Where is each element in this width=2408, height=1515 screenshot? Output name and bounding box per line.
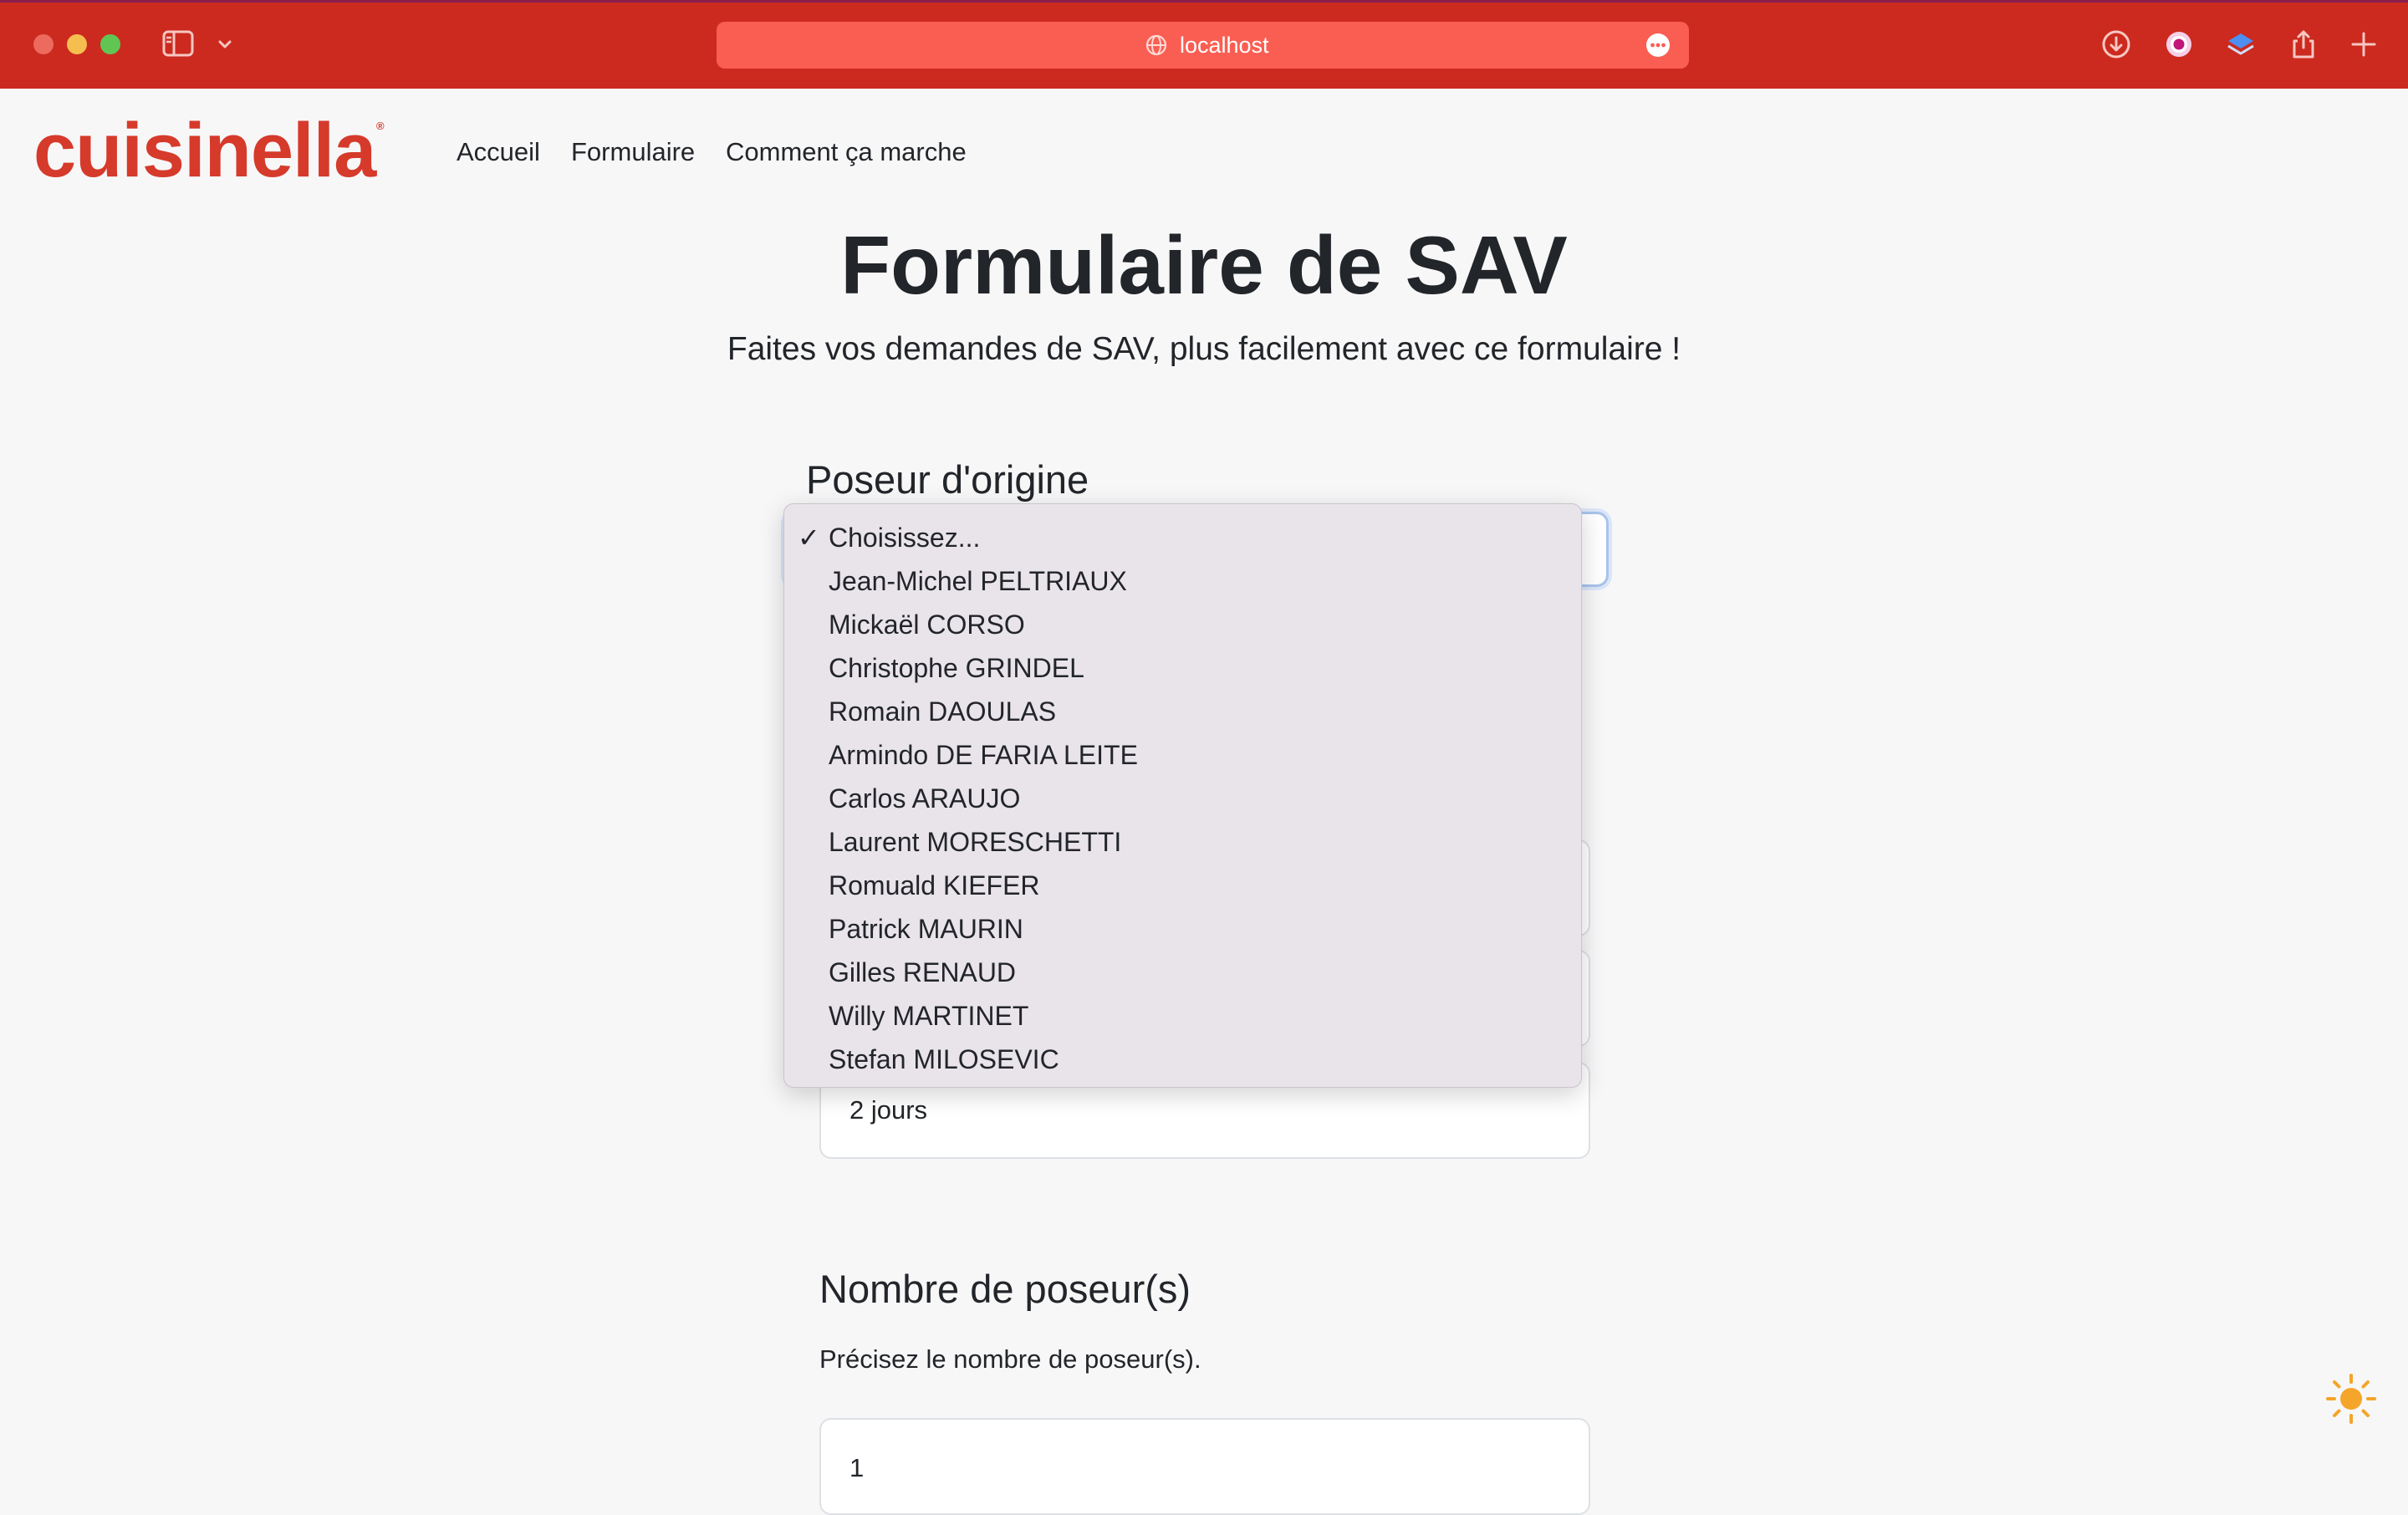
dropdown-option[interactable]: Romuald KIEFER (784, 864, 1581, 907)
url-text: localhost (1180, 33, 1269, 58)
logo-text: cuisinella (33, 108, 376, 193)
poseur-origine-label: Poseur d'origine (806, 457, 1089, 502)
dropdown-option[interactable]: Laurent MORESCHETTI (784, 820, 1581, 864)
sun-icon[interactable] (2325, 1373, 2377, 1425)
dropdown-option[interactable]: Willy MARTINET (784, 994, 1581, 1038)
dropdown-option[interactable]: Carlos ARAUJO (784, 777, 1581, 820)
toolbar-top-edge (0, 0, 2408, 3)
layers-extension-icon[interactable] (2225, 28, 2257, 60)
dropdown-option[interactable]: Mickaël CORSO (784, 603, 1581, 646)
checkmark-icon: ✓ (798, 523, 820, 553)
nombre-poseurs-input[interactable]: 1 (819, 1418, 1590, 1515)
page-subtitle: Faites vos demandes de SAV, plus facilem… (727, 331, 1681, 367)
more-options-icon[interactable] (1645, 33, 1671, 58)
zoom-window-button[interactable] (100, 34, 120, 54)
option-label: Romuald KIEFER (829, 870, 1040, 900)
page-title: Formulaire de SAV (840, 219, 1568, 311)
option-label: Willy MARTINET (829, 1001, 1029, 1031)
nombre-poseurs-helper: Précisez le nombre de poseur(s). (819, 1344, 1201, 1374)
nombre-poseurs-label: Nombre de poseur(s) (819, 1267, 1191, 1311)
close-window-button[interactable] (33, 34, 54, 54)
nav-link-comment-ca-marche[interactable]: Comment ça marche (726, 134, 967, 171)
minimize-window-button[interactable] (67, 34, 87, 54)
globe-icon (1145, 33, 1168, 57)
nav-link-formulaire[interactable]: Formulaire (571, 134, 695, 171)
option-label: Jean-Michel PELTRIAUX (829, 566, 1127, 596)
option-label: Stefan MILOSEVIC (829, 1044, 1059, 1074)
nombre-poseurs-value: 1 (849, 1453, 865, 1482)
dropdown-option[interactable]: Christophe GRINDEL (784, 646, 1581, 690)
option-label: Patrick MAURIN (829, 914, 1023, 944)
dropdown-option[interactable]: Patrick MAURIN (784, 907, 1581, 951)
new-tab-icon[interactable] (2348, 28, 2380, 60)
chevron-down-icon[interactable] (216, 35, 234, 54)
nav-link-accueil[interactable]: Accueil (457, 134, 540, 171)
share-icon[interactable] (2288, 28, 2319, 60)
option-label: Christophe GRINDEL (829, 653, 1084, 683)
option-label: Gilles RENAUD (829, 957, 1017, 987)
dropdown-option[interactable]: ✓ Choisissez... (784, 516, 1581, 559)
cuisinella-logo[interactable]: cuisinella ® (33, 108, 385, 193)
option-label: Choisissez... (829, 523, 981, 553)
option-label: Laurent MORESCHETTI (829, 827, 1122, 857)
option-label: Carlos ARAUJO (829, 783, 1021, 814)
option-label: Romain DAOULAS (829, 696, 1057, 727)
poseur-dropdown-menu: ✓ Choisissez... Jean-Michel PELTRIAUX Mic… (783, 503, 1582, 1088)
browser-toolbar: localhost (0, 0, 2408, 89)
option-label: Armindo DE FARIA LEITE (829, 740, 1138, 770)
dropdown-option[interactable]: Armindo DE FARIA LEITE (784, 733, 1581, 777)
sidebar-toggle-icon[interactable] (162, 30, 194, 57)
address-bar[interactable]: localhost (717, 22, 1689, 69)
registered-mark: ® (376, 120, 385, 132)
dropdown-option[interactable]: Romain DAOULAS (784, 690, 1581, 733)
dropdown-option[interactable]: Stefan MILOSEVIC (784, 1038, 1581, 1081)
record-extension-icon[interactable] (2163, 28, 2195, 60)
dropdown-option[interactable]: Gilles RENAUD (784, 951, 1581, 994)
dropdown-option[interactable]: Jean-Michel PELTRIAUX (784, 559, 1581, 603)
option-label: Mickaël CORSO (829, 610, 1025, 640)
download-icon[interactable] (2100, 28, 2132, 60)
